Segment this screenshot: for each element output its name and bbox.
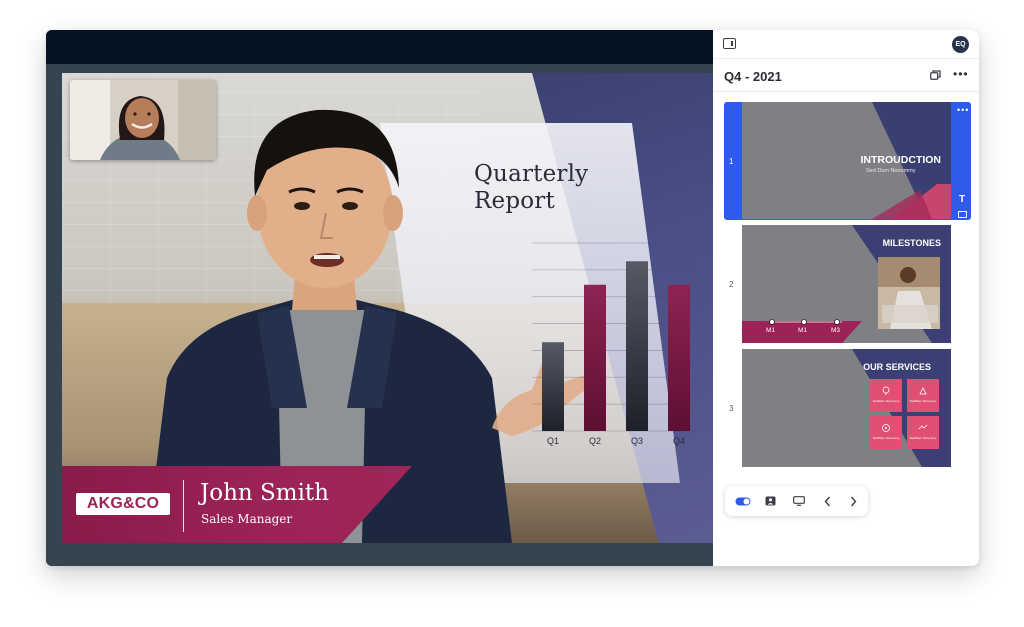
screen-share-button[interactable] xyxy=(787,486,811,516)
slide-thumbnail-2[interactable]: MILESTONES M1 M1 M3 xyxy=(742,225,951,343)
duplicate-icon[interactable] xyxy=(930,70,941,80)
next-slide-button[interactable] xyxy=(843,486,863,516)
chart-tick-label: Q2 xyxy=(589,436,601,446)
sidebar-toggle-icon[interactable] xyxy=(723,38,736,49)
rocket-icon xyxy=(919,387,927,395)
thumbnail-1-subtitle: Sed Dum Nonummy xyxy=(866,168,916,174)
image-tool-icon[interactable] xyxy=(958,211,967,218)
slide-thumbnail-row-2[interactable]: 2 MILESTONES M1 M1 M3 xyxy=(713,225,979,343)
deck-header: Q4 - 2021 ••• xyxy=(713,59,979,92)
text-tool-icon[interactable]: T xyxy=(959,194,965,205)
chart-bar-q2 xyxy=(584,284,606,431)
slide-thumbnail-row-3[interactable]: 3 OUR SERVICES SedDiam Nonummy SedDiam N… xyxy=(713,349,979,467)
company-logo: AKG&CO xyxy=(76,493,170,515)
chart-tick-label: Q1 xyxy=(547,436,559,446)
slide-title: Quarterly Report xyxy=(474,161,644,215)
chart-bar-q3 xyxy=(626,261,648,431)
deck-title: Q4 - 2021 xyxy=(724,69,782,84)
handshake-icon xyxy=(918,424,928,430)
panel-header: EQ xyxy=(713,30,979,59)
chevron-left-icon xyxy=(824,496,830,506)
thumbnail-more-icon[interactable]: ••• xyxy=(957,105,969,115)
toggle-switch-icon xyxy=(735,497,751,505)
monitor-icon xyxy=(793,496,805,506)
person-frame-icon xyxy=(765,496,775,506)
slide-title-line2: Report xyxy=(474,188,555,214)
milestone-label: M1 xyxy=(798,327,808,334)
lightbulb-icon xyxy=(882,386,890,395)
presenter-name: John Smith xyxy=(200,480,329,506)
slide-thumbnail-3[interactable]: OUR SERVICES SedDiam Nonummy SedDiam Non… xyxy=(742,349,951,467)
chart-bar-q4 xyxy=(668,284,690,431)
slide-thumbnail-1[interactable]: INTROUDCTION Sed Dum Nonummy xyxy=(742,102,951,219)
lower-third-divider xyxy=(183,480,184,532)
service-card: SedDiam Nonummy xyxy=(907,379,939,412)
presenter-toolbar xyxy=(725,486,868,516)
user-avatar[interactable]: EQ xyxy=(952,36,969,53)
top-bar xyxy=(46,30,713,64)
slide-number: 2 xyxy=(729,280,734,289)
presenter-view-button[interactable] xyxy=(759,486,781,516)
milestone-label: M1 xyxy=(766,327,776,334)
thumbnail-2-heading: MILESTONES xyxy=(882,238,941,248)
milestone-label: M3 xyxy=(831,327,841,334)
chart-bar-q1 xyxy=(542,342,564,431)
service-card: SedDiam Nonummy xyxy=(907,416,939,449)
service-card-label: SedDiam Nonummy xyxy=(909,399,937,403)
service-card: SedDiam Nonummy xyxy=(870,379,902,412)
chevron-right-icon xyxy=(850,496,856,506)
presenter-role: Sales Manager xyxy=(201,512,293,526)
stage-area: Quarterly Report Q1 Q2 Q3 Q4 AKG&CO John… xyxy=(46,30,713,566)
previous-slide-button[interactable] xyxy=(817,486,837,516)
slide-number: 1 xyxy=(729,157,734,166)
more-options-icon[interactable]: ••• xyxy=(953,67,969,81)
chart-tick-label: Q4 xyxy=(673,436,685,446)
service-card-label: SedDiam Nonummy xyxy=(909,436,937,440)
thumbnail-1-heading: INTROUDCTION xyxy=(860,154,942,166)
service-card-label: SedDiam Nonummy xyxy=(872,399,900,403)
participant-video[interactable] xyxy=(70,80,216,160)
presentation-slide[interactable]: Quarterly Report Q1 Q2 Q3 Q4 AKG&CO John… xyxy=(62,73,713,543)
service-card: SedDiam Nonummy xyxy=(870,416,902,449)
camera-toggle[interactable] xyxy=(731,486,755,516)
slide-thumbnail-row-1[interactable]: 1 INTROUDCTION Sed Dum Nonummy ••• T xyxy=(713,102,979,220)
service-card-label: SedDiam Nonummy xyxy=(872,436,900,440)
slide-title-line1: Quarterly xyxy=(474,161,589,187)
quarterly-bar-chart: Q1 Q2 Q3 Q4 xyxy=(532,242,700,446)
thumbnail-3-heading: OUR SERVICES xyxy=(863,362,931,372)
target-icon xyxy=(882,424,890,432)
chart-tick-label: Q3 xyxy=(631,436,643,446)
slide-number: 3 xyxy=(729,404,734,413)
